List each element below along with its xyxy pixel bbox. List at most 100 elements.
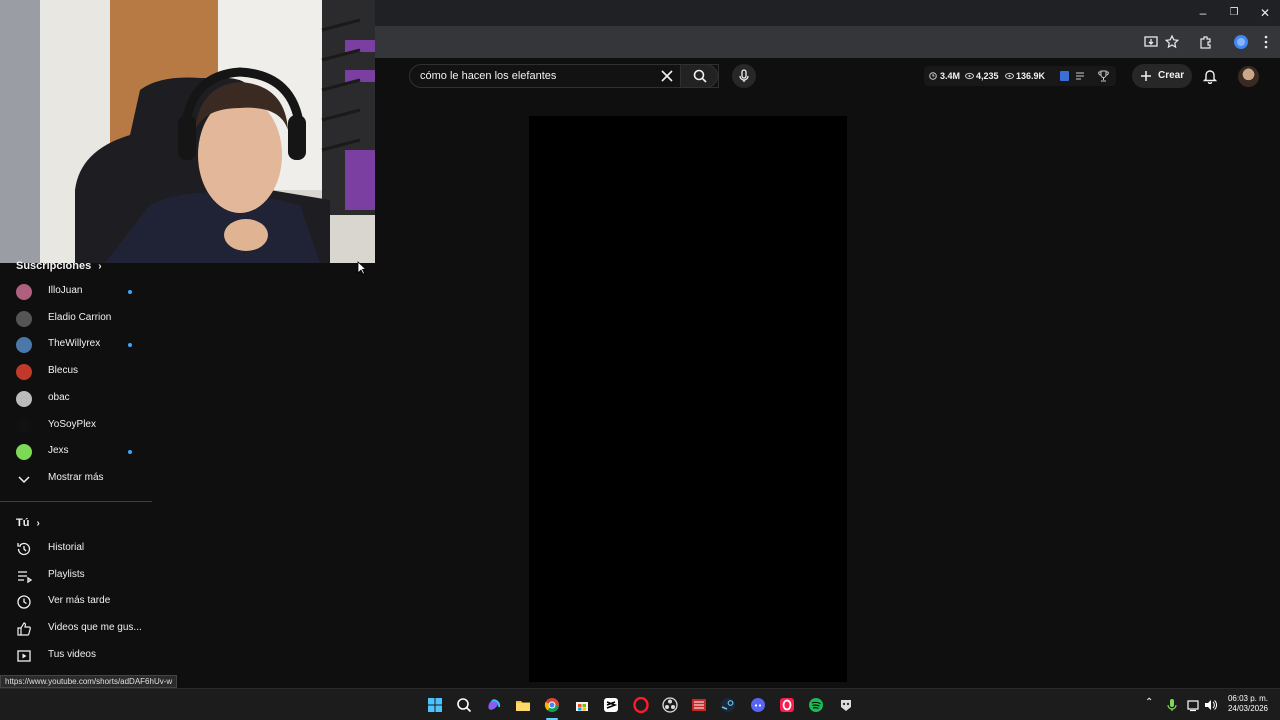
subscription-label: obac	[48, 391, 70, 403]
watch-later-icon	[17, 595, 31, 609]
microphone-icon[interactable]	[1166, 698, 1178, 712]
steam-icon[interactable]	[720, 697, 736, 713]
channel-avatar	[16, 390, 32, 407]
subscription-label: Eladio Carrion	[48, 311, 112, 323]
sidebar-item-your-videos[interactable]: Tus videos	[0, 643, 152, 669]
sidebar-item-label: Historial	[48, 542, 85, 553]
avatar[interactable]	[1238, 66, 1259, 87]
opera-gx-icon[interactable]	[779, 697, 795, 713]
media-icon[interactable]	[691, 697, 707, 713]
chrome-icon[interactable]	[544, 697, 560, 713]
microphone-icon	[739, 69, 749, 82]
sidebar-item-history[interactable]: Historial	[0, 536, 152, 562]
subscription-item[interactable]: Eladio Carrion	[0, 306, 152, 332]
subscription-label: YoSoyPlex	[48, 418, 96, 430]
channel-avatar	[16, 364, 32, 381]
create-button[interactable]: Crear	[1132, 64, 1192, 88]
sidebar-item-label: Playlists	[48, 569, 85, 580]
chevron-right-icon: ›	[36, 518, 40, 529]
subscription-item[interactable]: Blecus	[0, 359, 152, 385]
create-label: Crear	[1158, 70, 1185, 81]
subscription-item[interactable]: obac	[0, 386, 152, 412]
list-icon[interactable]	[1075, 71, 1085, 81]
minimize-button[interactable]: –	[1188, 4, 1218, 22]
clock-icon	[929, 72, 937, 80]
copilot-icon[interactable]	[486, 697, 502, 713]
windows-taskbar: ⌃ 06:03 p. m. 24/03/2026	[0, 688, 1280, 720]
trophy-icon[interactable]	[1098, 70, 1109, 82]
subscription-label: Jexs	[48, 445, 69, 457]
mouse-cursor-icon	[357, 261, 367, 275]
subscription-label: IlloJuan	[48, 285, 83, 296]
sidebar-item-playlists[interactable]: Playlists	[0, 563, 152, 589]
new-content-dot	[128, 343, 132, 348]
opera-icon[interactable]	[633, 697, 649, 713]
sidebar-item-watch-later[interactable]: Ver más tarde	[0, 589, 152, 615]
sidebar-item-label: Ver más tarde	[48, 595, 111, 606]
subscription-item[interactable]: IlloJuan	[0, 279, 152, 305]
subscribers-count: 136.9K	[1016, 71, 1046, 81]
new-content-dot	[128, 290, 132, 294]
bookmark-star-icon[interactable]	[1164, 34, 1180, 50]
sidebar-divider	[0, 501, 152, 502]
clock-time: 06:03 p. m.	[1227, 694, 1268, 703]
sidebar-item-label: Videos que me gus...	[48, 622, 142, 633]
store-icon[interactable]	[574, 697, 590, 713]
network-icon[interactable]	[1187, 698, 1201, 712]
system-clock[interactable]: 06:03 p. m. 24/03/2026	[1228, 694, 1268, 714]
app-icon[interactable]	[838, 697, 854, 713]
search-input[interactable]: cómo le hacen los elefantes	[420, 70, 556, 82]
voice-search-button[interactable]	[732, 64, 756, 88]
status-bar-url: https://www.youtube.com/shorts/adDAF6hUv…	[0, 675, 178, 688]
spotify-icon[interactable]	[808, 697, 824, 713]
chevron-down-icon	[18, 476, 30, 484]
subscription-label: TheWillyrex	[48, 338, 101, 350]
show-more-label: Mostrar más	[48, 472, 104, 483]
translate-icon[interactable]	[1060, 71, 1069, 81]
views-count: 3.4M	[940, 71, 961, 81]
eye-icon	[965, 72, 974, 80]
menu-icon[interactable]	[1258, 34, 1274, 50]
stats-extension: 3.4M 4,235 136.9K	[924, 66, 1116, 86]
new-content-dot	[128, 450, 132, 455]
notifications-bell-icon[interactable]	[1202, 68, 1218, 84]
obs-icon[interactable]	[662, 697, 678, 713]
restore-button[interactable]: ❐	[1219, 4, 1249, 22]
channel-avatar	[16, 284, 32, 300]
search-icon	[693, 69, 707, 83]
like-icon	[17, 622, 31, 636]
subscriptions-title[interactable]: Suscripciones ›	[16, 260, 102, 272]
extensions-icon[interactable]	[1198, 34, 1214, 50]
clear-search-icon[interactable]	[661, 70, 673, 82]
channel-avatar	[16, 310, 32, 327]
close-window-button[interactable]: ✕	[1250, 4, 1280, 22]
profile-icon[interactable]	[1233, 34, 1249, 50]
subscribers-icon	[1005, 72, 1014, 80]
subscription-item[interactable]: YoSoyPlex	[0, 413, 152, 439]
plus-icon	[1141, 71, 1151, 81]
volume-icon[interactable]	[1203, 698, 1217, 712]
you-section-title[interactable]: Tú ›	[16, 517, 40, 529]
windows-start-icon[interactable]	[427, 697, 443, 713]
show-hidden-icons-icon[interactable]: ⌃	[1145, 697, 1153, 708]
install-icon[interactable]	[1143, 34, 1159, 50]
subscription-label: Blecus	[48, 365, 79, 377]
chevron-right-icon: ›	[98, 261, 102, 272]
clock-date: 24/03/2026	[1227, 704, 1268, 713]
channel-avatar	[16, 417, 32, 434]
channel-avatar	[16, 337, 32, 354]
search-icon[interactable]	[456, 697, 472, 713]
channel-avatar	[16, 444, 32, 461]
subscription-item[interactable]: TheWillyrex	[0, 332, 152, 358]
search-button[interactable]	[680, 64, 718, 88]
shorts-video-player[interactable]	[529, 116, 847, 682]
watching-count: 4,235	[976, 71, 999, 81]
capcut-icon[interactable]	[603, 697, 619, 713]
discord-icon[interactable]	[750, 697, 766, 713]
playlists-icon	[18, 571, 32, 584]
file-explorer-icon[interactable]	[515, 697, 531, 713]
subscription-item[interactable]: Jexs	[0, 439, 152, 465]
sidebar-item-label: Tus videos	[48, 649, 96, 660]
show-more-button[interactable]: Mostrar más	[0, 466, 152, 492]
sidebar-item-liked-videos[interactable]: Videos que me gus...	[0, 616, 152, 642]
